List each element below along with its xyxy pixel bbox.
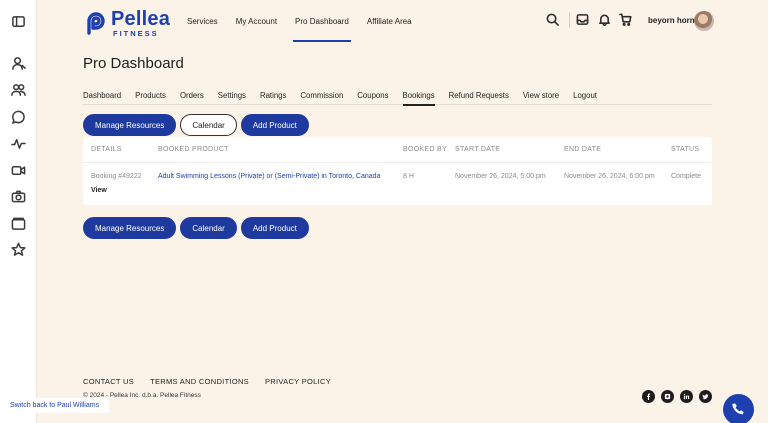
top-action-buttons: Manage Resources Calendar Add Product (83, 114, 309, 136)
bottom-action-buttons: Manage Resources Calendar Add Product (83, 217, 309, 239)
instagram-icon[interactable] (661, 390, 674, 403)
call-button[interactable] (723, 394, 754, 423)
dashboard-tabs: Dashboard Products Orders Settings Ratin… (83, 87, 712, 106)
switch-back-link[interactable]: Switch back to Paul Williams (0, 398, 110, 413)
bookings-table: Details Booked Product Booked By Start D… (83, 137, 712, 205)
nav-my-account[interactable]: My Account (236, 0, 277, 42)
tab-dashboard[interactable]: Dashboard (83, 87, 121, 105)
footer-privacy[interactable]: PRIVACY POLICY (265, 377, 331, 386)
header-details: Details (91, 146, 122, 153)
booked-product-link[interactable]: Adult Swimming Lessons (Private) or (Sem… (158, 173, 380, 180)
star-icon[interactable] (10, 241, 27, 258)
left-sidebar (0, 0, 37, 423)
bell-icon[interactable] (598, 13, 611, 31)
brand-logo[interactable]: Pellea FITNESS (85, 9, 170, 38)
status-badge: Complete (671, 173, 701, 180)
linkedin-icon[interactable] (680, 390, 693, 403)
tab-orders[interactable]: Orders (180, 87, 204, 105)
brand-name: Pellea (111, 8, 171, 30)
user-icon[interactable] (10, 55, 27, 72)
phone-icon (732, 403, 744, 415)
nav-services[interactable]: Services (187, 0, 218, 42)
video-icon[interactable] (10, 162, 27, 179)
user-name[interactable]: beyorn horn (648, 16, 695, 25)
top-header: Pellea FITNESS Services My Account Pro D… (37, 0, 768, 42)
page-title: Pro Dashboard (83, 55, 184, 72)
calendar-button[interactable]: Calendar (180, 114, 237, 136)
header-booked-by: Booked By (403, 146, 447, 153)
tab-commission[interactable]: Commission (300, 87, 343, 105)
footer-terms[interactable]: TERMS AND CONDITIONS (150, 377, 249, 386)
brand-sub: FITNESS (113, 29, 159, 38)
tab-logout[interactable]: Logout (573, 87, 597, 105)
facebook-icon[interactable] (642, 390, 655, 403)
nav-affiliate-area[interactable]: Affiliate Area (367, 0, 412, 42)
end-date: November 26, 2024, 6:00 pm (564, 173, 655, 180)
booked-by: 8 H (403, 173, 414, 180)
header-divider (569, 12, 570, 28)
tab-products[interactable]: Products (135, 87, 166, 105)
calendar-button-bottom[interactable]: Calendar (180, 217, 237, 239)
tab-view-store[interactable]: View store (523, 87, 559, 105)
start-date: November 26, 2024, 5:00 pm (455, 173, 546, 180)
chat-icon[interactable] (10, 108, 27, 125)
tab-settings[interactable]: Settings (218, 87, 246, 105)
header-booked-product: Booked Product (158, 146, 229, 153)
tab-ratings[interactable]: Ratings (260, 87, 286, 105)
nav-pro-dashboard[interactable]: Pro Dashboard (293, 0, 351, 42)
manage-resources-button[interactable]: Manage Resources (83, 114, 177, 136)
footer-links: CONTACT US TERMS AND CONDITIONS PRIVACY … (83, 377, 347, 386)
users-icon[interactable] (10, 81, 27, 98)
booking-id: Booking #49222 (91, 173, 142, 180)
header-divider (83, 162, 712, 163)
sidebar-toggle-icon[interactable] (10, 13, 27, 30)
twitter-icon[interactable] (699, 390, 712, 403)
add-product-button-bottom[interactable]: Add Product (240, 217, 309, 239)
camera-icon[interactable] (10, 188, 27, 205)
add-product-button[interactable]: Add Product (240, 114, 309, 136)
tab-refund-requests[interactable]: Refund Requests (449, 87, 509, 105)
cart-icon[interactable] (619, 13, 632, 31)
avatar[interactable] (694, 11, 714, 31)
inbox-icon[interactable] (576, 13, 589, 31)
footer-contact-us[interactable]: CONTACT US (83, 377, 134, 386)
social-links (642, 390, 712, 403)
activity-icon[interactable] (10, 135, 27, 152)
search-icon[interactable] (546, 13, 559, 31)
folder-icon[interactable] (10, 215, 27, 232)
view-booking-link[interactable]: View (91, 187, 107, 194)
header-status: Status (671, 146, 700, 153)
tab-coupons[interactable]: Coupons (357, 87, 388, 105)
main-nav: Services My Account Pro Dashboard Affili… (187, 0, 430, 42)
manage-resources-button-bottom[interactable]: Manage Resources (83, 217, 177, 239)
tab-bookings[interactable]: Bookings (402, 87, 435, 106)
header-start-date: Start Date (455, 146, 501, 153)
pellea-logo-icon (87, 12, 105, 35)
header-end-date: End Date (564, 146, 602, 153)
